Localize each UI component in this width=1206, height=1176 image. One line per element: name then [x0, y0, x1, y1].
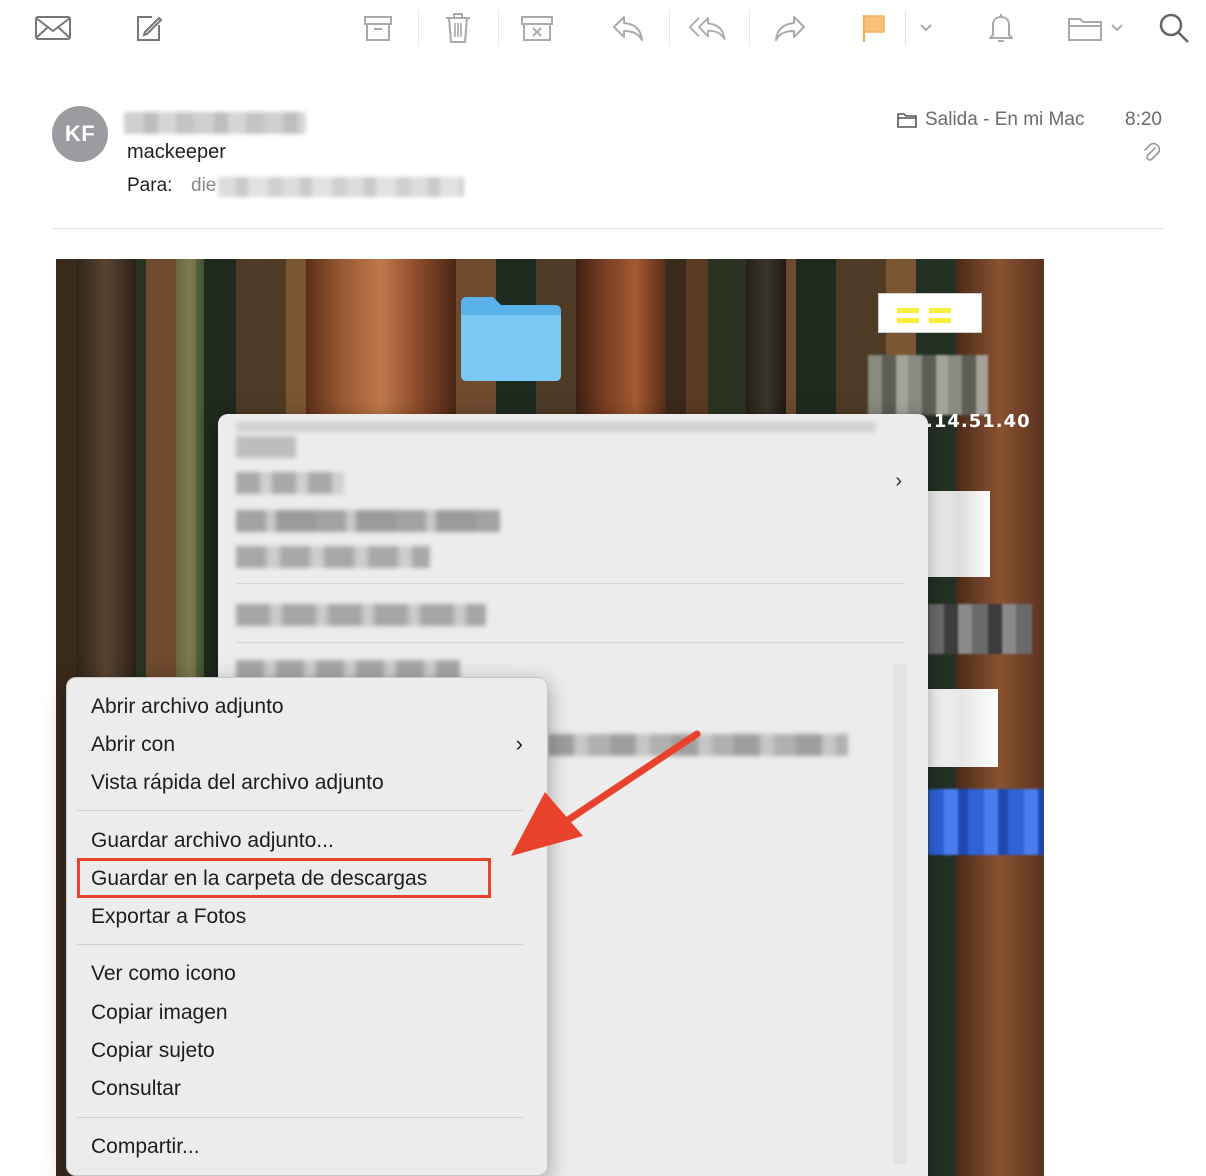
- menu-item-copy-image[interactable]: Copiar imagen: [91, 1001, 228, 1025]
- chevron-right-icon: ›: [895, 470, 902, 492]
- archive-icon[interactable]: [358, 8, 398, 48]
- menu-item-open-attachment[interactable]: Abrir archivo adjunto: [91, 695, 284, 719]
- message-time: 8:20: [1125, 109, 1162, 130]
- message-header: KF mackeeper Para: die Salida - En mi Ma…: [52, 104, 1164, 229]
- to-recipient[interactable]: die: [191, 175, 216, 197]
- sender-name-redacted: [124, 112, 306, 134]
- menu-separator: [77, 944, 523, 945]
- to-label: Para:: [127, 175, 173, 196]
- mailbox-location: Salida - En mi Mac: [897, 109, 1084, 131]
- compose-icon[interactable]: [128, 8, 168, 48]
- annotation-arrow: [511, 730, 701, 856]
- bell-icon[interactable]: [981, 8, 1021, 48]
- mail-icon[interactable]: [33, 8, 73, 48]
- flag-icon[interactable]: [853, 8, 893, 48]
- menu-item-export-to-photos[interactable]: Exportar a Fotos: [91, 905, 246, 929]
- annotation-highlight-box: [77, 858, 491, 898]
- forward-icon[interactable]: [770, 8, 810, 48]
- flag-menu-chevron-icon[interactable]: [908, 8, 944, 48]
- desktop-folder-icon: [459, 295, 563, 381]
- trash-icon[interactable]: [438, 8, 478, 48]
- menu-separator: [77, 810, 523, 811]
- menu-item-share[interactable]: Compartir...: [91, 1135, 200, 1159]
- menu-item-copy-subject[interactable]: Copiar sujeto: [91, 1039, 215, 1063]
- junk-icon[interactable]: [517, 8, 557, 48]
- move-folder-icon[interactable]: [1064, 8, 1130, 48]
- menu-separator: [77, 1117, 523, 1118]
- menu-item-quick-look[interactable]: Vista rápida del archivo adjunto: [91, 771, 384, 795]
- recipient-redacted: [218, 177, 464, 197]
- desktop-file-label: .14.51.40: [926, 411, 1031, 432]
- paperclip-icon: [1142, 142, 1161, 169]
- folder-icon: [897, 113, 917, 128]
- search-icon[interactable]: [1154, 8, 1194, 48]
- reply-all-icon[interactable]: [688, 8, 728, 48]
- avatar: KF: [52, 106, 108, 162]
- mailbox-name: Salida - En mi Mac: [925, 109, 1085, 130]
- menu-item-look-up[interactable]: Consultar: [91, 1077, 181, 1101]
- message-subject: mackeeper: [127, 141, 226, 163]
- menu-item-save-attachment[interactable]: Guardar archivo adjunto...: [91, 829, 334, 853]
- menu-item-view-as-icon[interactable]: Ver como icono: [91, 962, 236, 986]
- reply-icon[interactable]: [608, 8, 648, 48]
- attachment-context-menu: Abrir archivo adjunto Abrir con › Vista …: [66, 677, 548, 1176]
- desktop-file-thumbnail: [878, 293, 982, 333]
- menu-item-open-with[interactable]: Abrir con: [91, 733, 175, 757]
- toolbar: [0, 0, 1206, 58]
